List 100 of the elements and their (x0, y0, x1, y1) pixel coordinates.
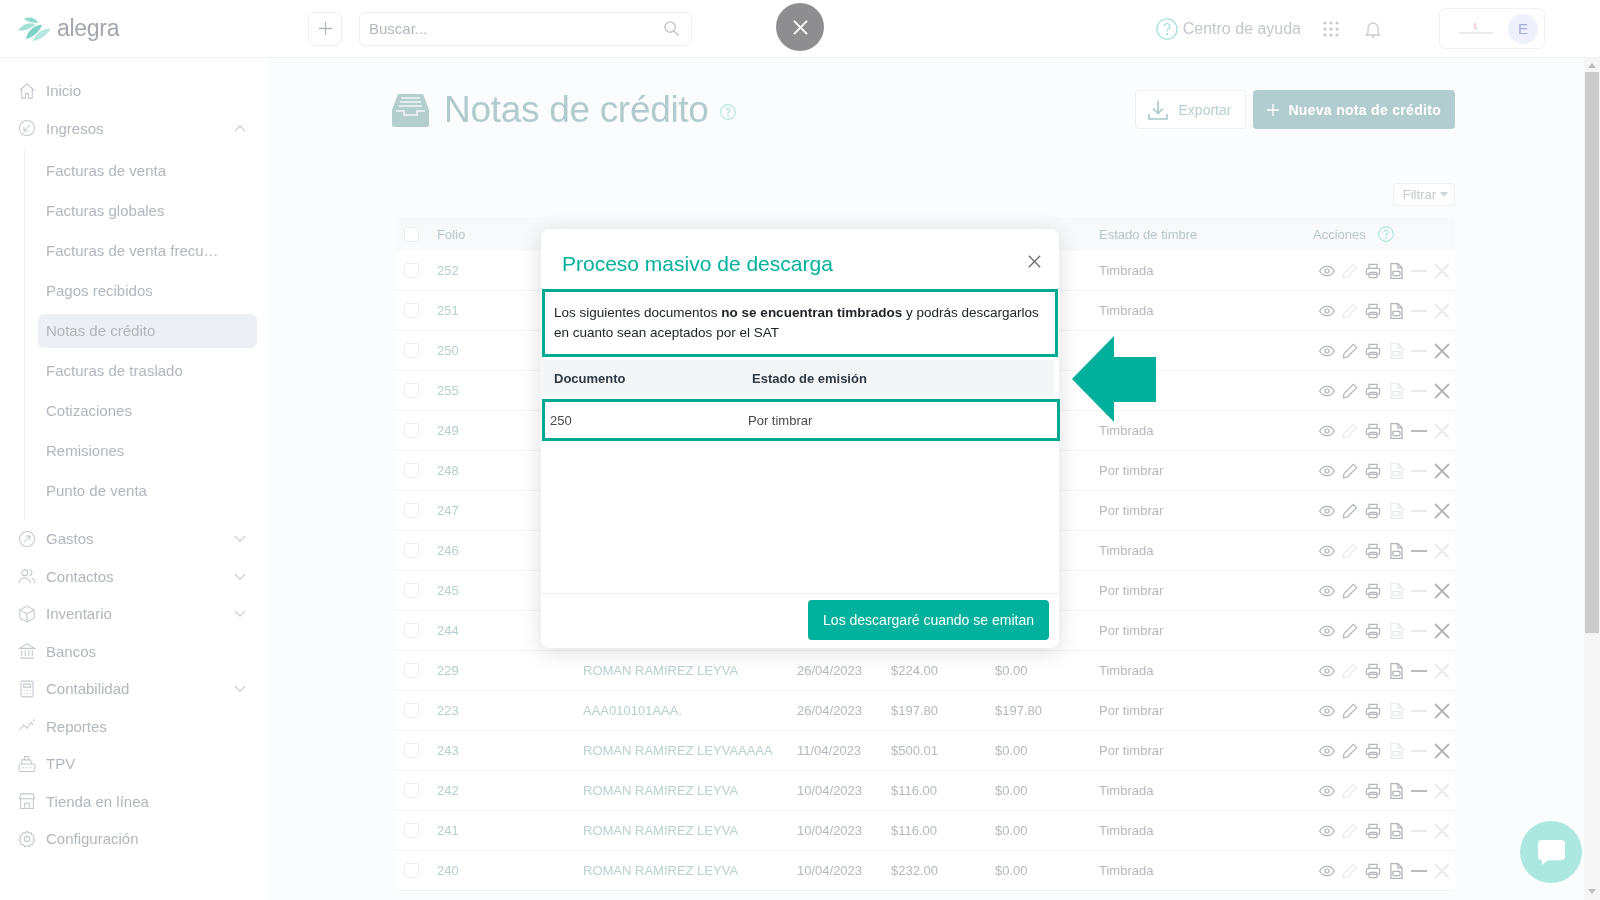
help-icon[interactable] (719, 103, 736, 120)
printer-icon[interactable] (1365, 422, 1381, 439)
minus-icon[interactable] (1411, 669, 1427, 672)
folio-link[interactable]: 255 (437, 383, 459, 398)
folio-link[interactable]: 242 (437, 783, 459, 798)
cross-icon[interactable] (1434, 622, 1450, 639)
folio-link[interactable]: 223 (437, 703, 459, 718)
nav-item[interactable]: Inicio (0, 72, 267, 110)
nav-subitem[interactable]: Notas de crédito (38, 313, 257, 348)
pencil-icon[interactable] (1342, 622, 1358, 639)
nav-subitem[interactable]: Facturas de venta (38, 153, 257, 188)
arrow-down-icon[interactable] (1588, 889, 1596, 894)
cross-icon[interactable] (1434, 582, 1450, 599)
minus-icon[interactable] (1411, 429, 1427, 432)
printer-icon[interactable] (1365, 662, 1381, 679)
new-credit-note-button[interactable]: Nueva nota de crédito (1253, 90, 1455, 129)
confirm-button[interactable]: Los descargaré cuando se emitan (808, 600, 1049, 640)
minus-icon[interactable] (1411, 549, 1427, 552)
nav-subitem[interactable]: Cotizaciones (38, 393, 257, 428)
client-link[interactable]: AAA010101AAA. (583, 703, 683, 718)
nav-subitem[interactable]: Facturas globales (38, 193, 257, 228)
folio-link[interactable]: 248 (437, 463, 459, 478)
cross-icon[interactable] (1434, 382, 1450, 399)
nav-item[interactable]: Bancos (0, 632, 267, 670)
printer-icon[interactable] (1365, 782, 1381, 799)
folio-link[interactable]: 247 (437, 503, 459, 518)
nav-item[interactable]: Inventario (0, 595, 267, 633)
minus-icon[interactable] (1411, 869, 1427, 872)
nav-item[interactable]: Configuración (0, 820, 267, 858)
folio-link[interactable]: 252 (437, 263, 459, 278)
file-icon[interactable] (1389, 782, 1403, 799)
help-icon[interactable] (1377, 226, 1394, 242)
nav-item[interactable]: Gastos (0, 520, 267, 558)
printer-icon[interactable] (1365, 622, 1381, 639)
column-header[interactable]: Folio (437, 226, 466, 242)
close-icon[interactable] (1028, 254, 1041, 268)
cross-icon[interactable] (1434, 462, 1450, 479)
nav-subitem[interactable]: Punto de venta (38, 473, 257, 508)
pencil-icon[interactable] (1342, 502, 1358, 519)
printer-icon[interactable] (1365, 542, 1381, 559)
file-icon[interactable] (1389, 862, 1403, 879)
minus-icon[interactable] (1411, 789, 1427, 792)
file-icon[interactable] (1389, 822, 1403, 839)
client-link[interactable]: ROMAN RAMIREZ LEYVAAAAA (583, 743, 773, 758)
cross-icon[interactable] (1434, 742, 1450, 759)
folio-link[interactable]: 251 (437, 303, 459, 318)
folio-link[interactable]: 240 (437, 863, 459, 878)
client-link[interactable]: ROMAN RAMIREZ LEYVA (583, 783, 739, 798)
search-field[interactable]: Buscar... (359, 11, 692, 46)
pencil-icon[interactable] (1342, 742, 1358, 759)
scrollbar-thumb[interactable] (1585, 72, 1599, 633)
folio-link[interactable]: 243 (437, 743, 459, 758)
printer-icon[interactable] (1365, 462, 1381, 479)
printer-icon[interactable] (1365, 502, 1381, 519)
printer-icon[interactable] (1365, 822, 1381, 839)
folio-link[interactable]: 246 (437, 543, 459, 558)
printer-icon[interactable] (1365, 702, 1381, 719)
folio-link[interactable]: 244 (437, 623, 459, 638)
file-icon[interactable] (1389, 262, 1403, 279)
account-switcher[interactable]: E (1439, 8, 1545, 49)
folio-link[interactable]: 241 (437, 823, 459, 838)
add-button[interactable] (308, 11, 342, 46)
bell-icon[interactable] (1365, 19, 1381, 38)
arrow-up-icon[interactable] (1588, 63, 1596, 68)
nav-item[interactable]: Contactos (0, 557, 267, 595)
nav-subitem[interactable]: Remisiones (38, 433, 257, 468)
cross-icon[interactable] (1434, 702, 1450, 719)
printer-icon[interactable] (1365, 302, 1381, 319)
folio-link[interactable]: 245 (437, 583, 459, 598)
cross-icon[interactable] (1434, 342, 1450, 359)
file-icon[interactable] (1389, 662, 1403, 679)
printer-icon[interactable] (1365, 582, 1381, 599)
pencil-icon[interactable] (1342, 582, 1358, 599)
nav-item[interactable]: Contabilidad (0, 670, 267, 708)
pencil-icon[interactable] (1342, 342, 1358, 359)
avatar[interactable]: E (1508, 13, 1538, 44)
nav-subitem[interactable]: Pagos recibidos (38, 273, 257, 308)
pencil-icon[interactable] (1342, 702, 1358, 719)
client-link[interactable]: ROMAN RAMIREZ LEYVA (583, 863, 739, 878)
client-link[interactable]: ROMAN RAMIREZ LEYVA (583, 663, 739, 678)
folio-link[interactable]: 229 (437, 663, 459, 678)
pencil-icon[interactable] (1342, 462, 1358, 479)
file-icon[interactable] (1389, 302, 1403, 319)
printer-icon[interactable] (1365, 382, 1381, 399)
export-button[interactable]: Exportar (1134, 90, 1247, 129)
apps-grid-icon[interactable] (1323, 20, 1339, 37)
column-header[interactable]: Estado de timbre (1099, 226, 1198, 242)
printer-icon[interactable] (1365, 862, 1381, 879)
folio-link[interactable]: 249 (437, 423, 459, 438)
nav-subitem[interactable]: Facturas de venta frecu… (38, 233, 257, 268)
printer-icon[interactable] (1365, 742, 1381, 759)
folio-link[interactable]: 250 (437, 343, 459, 358)
printer-icon[interactable] (1365, 342, 1381, 359)
client-link[interactable]: ROMAN RAMIREZ LEYVA (583, 823, 739, 838)
nav-item[interactable]: Ingresos (0, 109, 267, 147)
nav-item[interactable]: Reportes (0, 707, 267, 745)
help-link[interactable]: Centro de ayuda (1155, 17, 1301, 40)
scrollbar[interactable] (1584, 58, 1600, 900)
printer-icon[interactable] (1365, 262, 1381, 279)
nav-item[interactable]: Tienda en línea (0, 782, 267, 820)
